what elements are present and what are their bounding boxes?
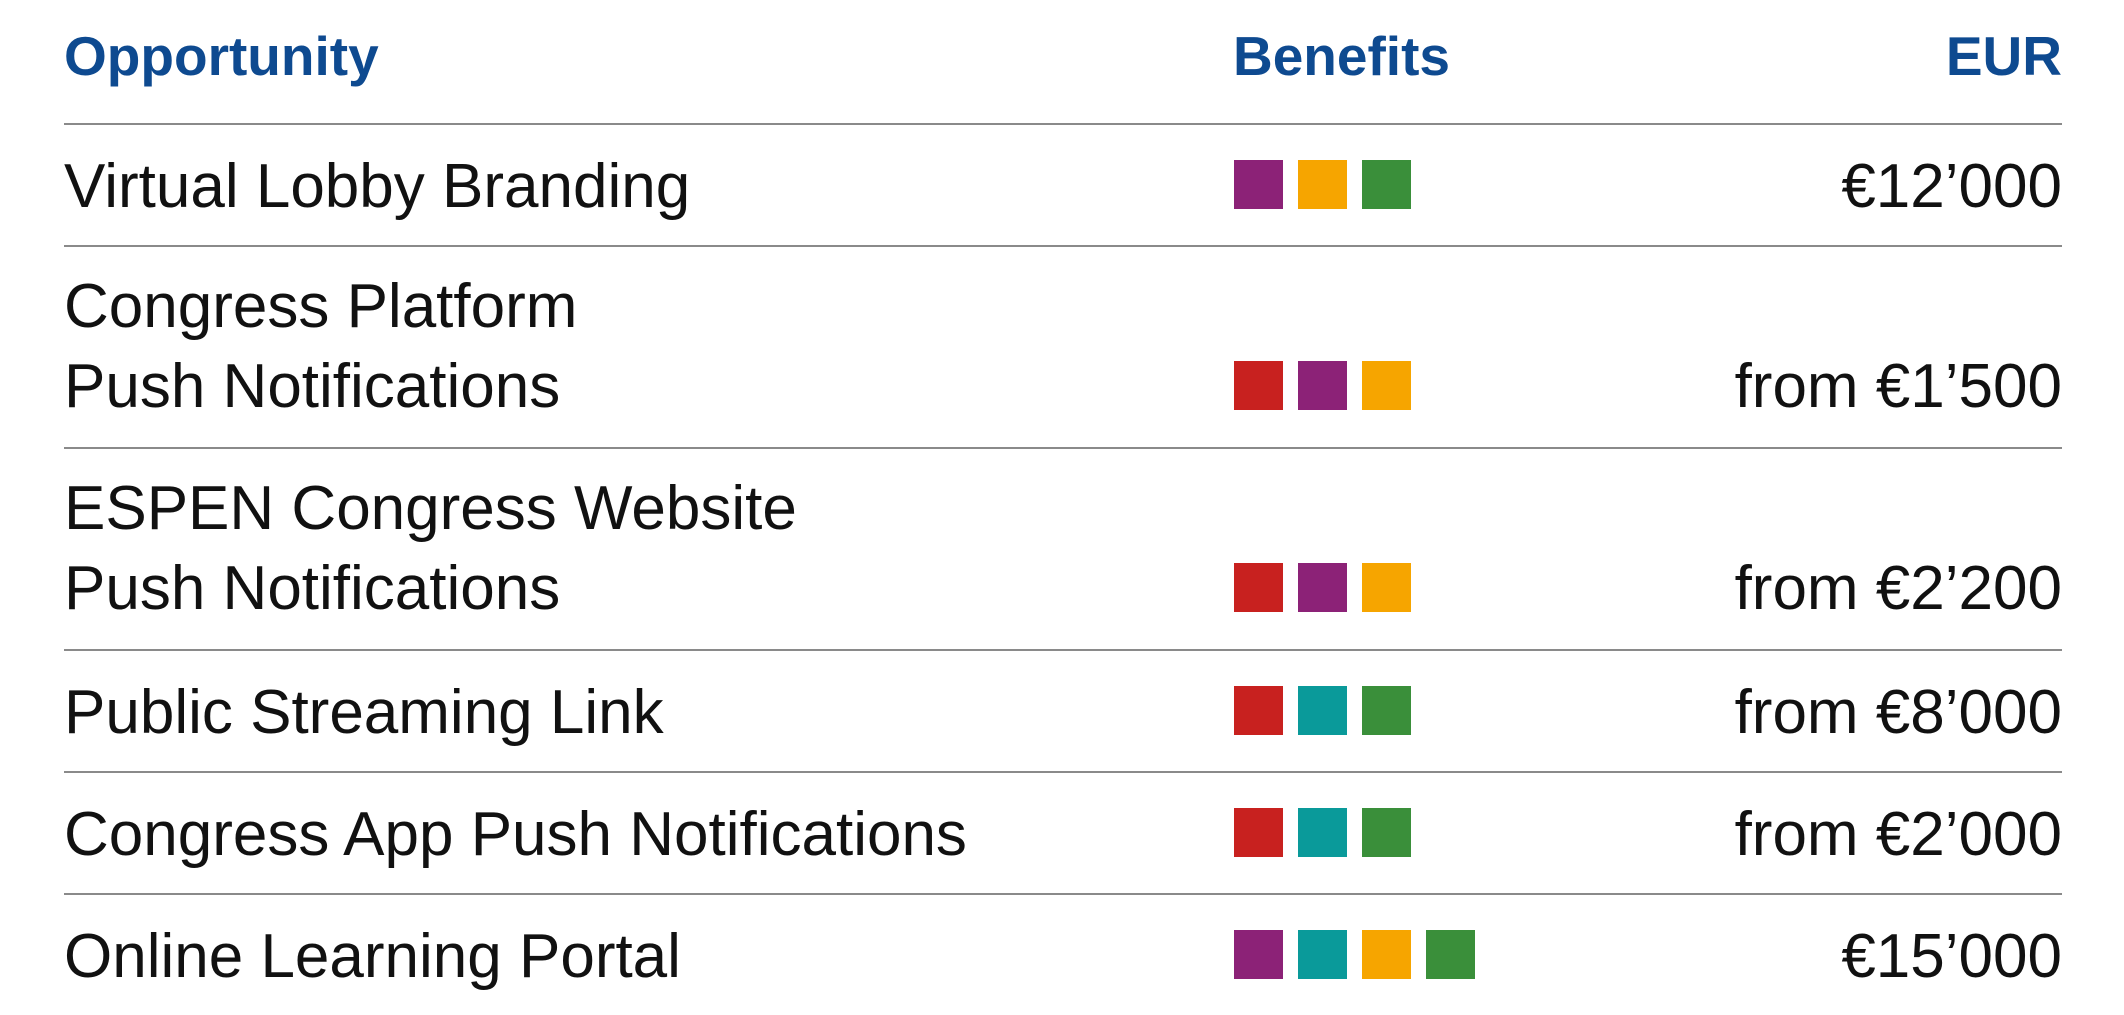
purple-benefit-swatch <box>1234 160 1283 209</box>
price: from €1’500 <box>1734 352 2062 421</box>
orange-benefit-swatch <box>1362 361 1411 410</box>
table-row: Virtual Lobby Branding €12’000 <box>64 125 2062 247</box>
price: from €8’000 <box>1734 678 2062 747</box>
orange-benefit-swatch <box>1298 160 1347 209</box>
purple-benefit-swatch <box>1298 563 1347 612</box>
price: from €2’000 <box>1734 800 2062 869</box>
opportunity-name-line: Congress Platform <box>64 272 578 341</box>
opportunity-name: Congress Platform Push Notifications <box>64 267 577 427</box>
red-benefit-swatch <box>1234 686 1283 735</box>
red-benefit-swatch <box>1234 808 1283 857</box>
green-benefit-swatch <box>1362 160 1411 209</box>
opportunity-name-line: Push Notifications <box>64 352 561 421</box>
purple-benefit-swatch <box>1234 930 1283 979</box>
price: €15’000 <box>1841 922 2062 991</box>
opportunity-name: Online Learning Portal <box>64 917 681 997</box>
price: €12’000 <box>1841 152 2062 221</box>
benefit-swatches <box>1234 563 1411 612</box>
teal-benefit-swatch <box>1298 686 1347 735</box>
opportunity-name-line: Public Streaming Link <box>64 678 664 747</box>
opportunity-name: Public Streaming Link <box>64 673 664 753</box>
table-header: Opportunity Benefits EUR <box>64 0 2062 125</box>
opportunity-name: Congress App Push Notifications <box>64 795 967 875</box>
table-row: Public Streaming Link from €8’000 <box>64 651 2062 773</box>
opportunity-name-line: Online Learning Portal <box>64 922 681 991</box>
green-benefit-swatch <box>1362 808 1411 857</box>
purple-benefit-swatch <box>1298 361 1347 410</box>
opportunity-name-line: ESPEN Congress Website <box>64 474 797 543</box>
benefit-swatches <box>1234 808 1411 857</box>
red-benefit-swatch <box>1234 361 1283 410</box>
orange-benefit-swatch <box>1362 563 1411 612</box>
opportunity-name-line: Virtual Lobby Branding <box>64 152 691 221</box>
eur-column-header: EUR <box>1945 25 2062 87</box>
table-row: Online Learning Portal €15’000 <box>64 895 2062 1015</box>
benefit-swatches <box>1234 361 1411 410</box>
benefit-swatches <box>1234 160 1411 209</box>
opportunity-name-line: Push Notifications <box>64 554 561 623</box>
sponsorship-table: Opportunity Benefits EUR Virtual Lobby B… <box>64 0 2062 1015</box>
opportunity-column-header: Opportunity <box>64 25 379 87</box>
orange-benefit-swatch <box>1362 930 1411 979</box>
price: from €2’200 <box>1734 554 2062 623</box>
benefits-column-header: Benefits <box>1233 25 1450 87</box>
red-benefit-swatch <box>1234 563 1283 612</box>
opportunity-name: Virtual Lobby Branding <box>64 147 690 227</box>
benefit-swatches <box>1234 686 1411 735</box>
opportunity-name: ESPEN Congress Website Push Notification… <box>64 469 797 629</box>
opportunity-name-line: Congress App Push Notifications <box>64 800 967 869</box>
table-row: ESPEN Congress Website Push Notification… <box>64 449 2062 651</box>
table-row: Congress App Push Notifications from €2’… <box>64 773 2062 895</box>
teal-benefit-swatch <box>1298 930 1347 979</box>
green-benefit-swatch <box>1426 930 1475 979</box>
table-row: Congress Platform Push Notifications fro… <box>64 247 2062 449</box>
benefit-swatches <box>1234 930 1475 979</box>
green-benefit-swatch <box>1362 686 1411 735</box>
teal-benefit-swatch <box>1298 808 1347 857</box>
